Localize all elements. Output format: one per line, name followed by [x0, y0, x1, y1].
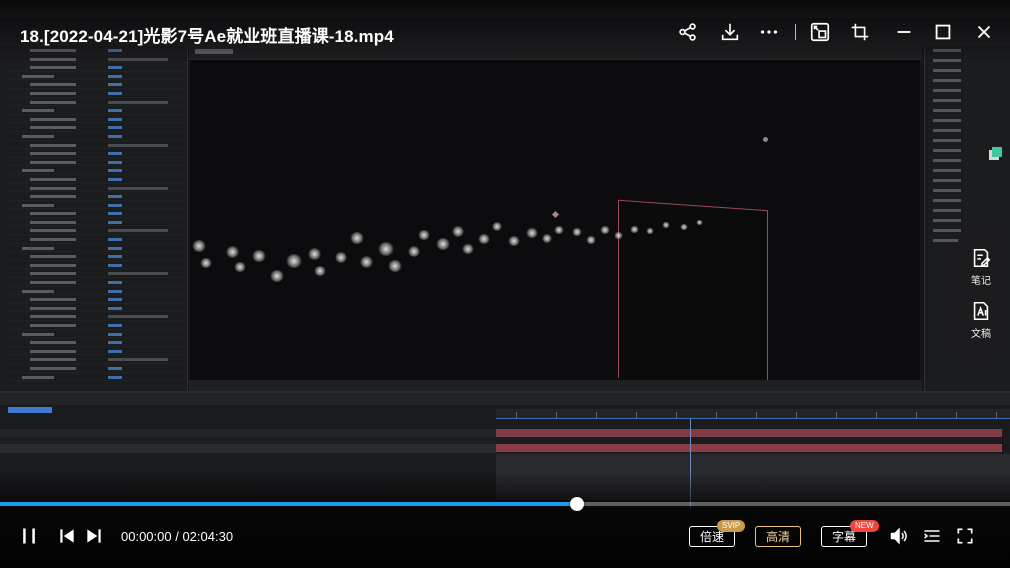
download-button[interactable] [717, 19, 743, 45]
more-button[interactable] [756, 19, 782, 45]
close-button[interactable] [971, 19, 997, 45]
bottom-gradient [0, 470, 1010, 568]
total-duration: 02:04:30 [182, 529, 234, 544]
video-player[interactable]: 18.[2022-04-21]光影7号Ae就业班直播课-18.mp4 笔记 文稿… [0, 0, 1010, 568]
picture-in-picture-button[interactable] [807, 19, 833, 45]
crop-icon [851, 23, 869, 41]
new-badge: NEW [850, 520, 879, 532]
next-icon [87, 529, 101, 543]
transcript-label: 文稿 [971, 329, 991, 340]
previous-button[interactable] [56, 525, 78, 547]
side-tool-panel: 笔记 文稿 [958, 233, 1004, 353]
notes-label: 笔记 [971, 276, 991, 287]
fullscreen-button[interactable] [953, 525, 977, 547]
quality-button[interactable]: 高清 [755, 526, 801, 547]
volume-icon [890, 527, 907, 545]
video-title: 18.[2022-04-21]光影7号Ae就业班直播课-18.mp4 [20, 27, 394, 46]
time-display: 00:00:00 / 02:04:30 [121, 529, 233, 544]
playlist-icon [924, 530, 940, 542]
more-icon [760, 30, 778, 34]
transcript-button[interactable]: 文稿 [958, 294, 1004, 344]
ae-composition-viewer [190, 60, 920, 380]
progress-fill [0, 502, 577, 506]
close-icon [977, 25, 991, 39]
ae-wall-layer [618, 199, 768, 380]
playlist-button[interactable] [920, 525, 944, 547]
minimize-button[interactable] [891, 19, 917, 45]
next-button[interactable] [83, 525, 105, 547]
pause-icon [23, 528, 35, 544]
time-separator: / [171, 529, 183, 544]
picture-in-picture-icon [810, 22, 830, 42]
notes-icon [973, 248, 991, 268]
volume-button[interactable] [887, 525, 911, 547]
download-icon [721, 23, 739, 41]
crop-button[interactable] [847, 19, 873, 45]
progress-handle[interactable] [569, 497, 584, 511]
maximize-button[interactable] [930, 19, 956, 45]
progress-bar[interactable] [0, 497, 1010, 511]
share-icon [679, 23, 696, 41]
notes-button[interactable]: 笔记 [958, 241, 1004, 291]
minimize-icon [897, 31, 911, 33]
fullscreen-icon [957, 528, 973, 544]
toolbar-divider [795, 24, 796, 40]
ae-effect-controls-panel [0, 46, 188, 391]
svip-badge: SVIP [717, 520, 746, 532]
maximize-icon [935, 24, 951, 40]
transcript-icon [973, 301, 989, 321]
quality-label: 高清 [765, 530, 790, 544]
pause-button[interactable] [18, 525, 40, 547]
current-time: 00:00:00 [121, 529, 172, 544]
share-button[interactable] [675, 19, 701, 45]
previous-icon [60, 529, 74, 543]
